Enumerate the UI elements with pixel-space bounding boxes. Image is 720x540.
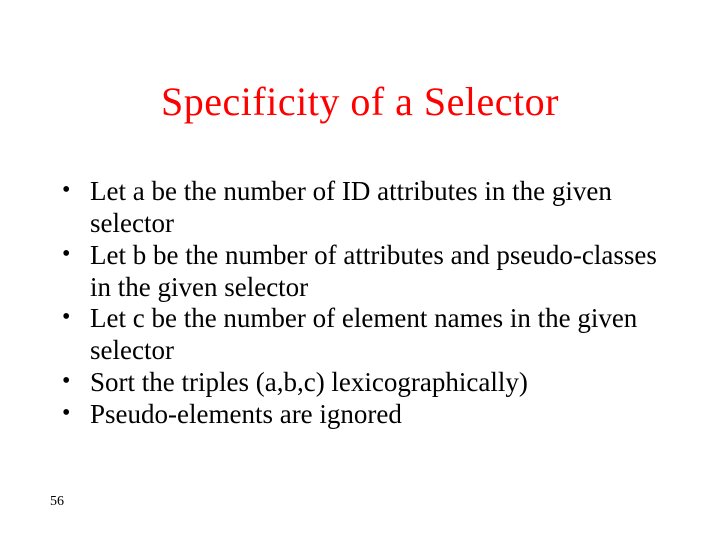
bullet-item: • Sort the triples (a,b,c) lexicographic… (62, 367, 658, 399)
bullet-item: • Pseudo-elements are ignored (62, 399, 658, 431)
bullet-text: Let c be the number of element names in … (90, 303, 658, 367)
bullet-item: • Let c be the number of element names i… (62, 303, 658, 367)
bullet-mark-icon: • (62, 367, 90, 395)
page-number: 56 (50, 494, 64, 510)
bullet-item: • Let b be the number of attributes and … (62, 240, 658, 304)
bullet-text: Let b be the number of attributes and ps… (90, 240, 658, 304)
bullet-text: Let a be the number of ID attributes in … (90, 176, 658, 240)
slide: Specificity of a Selector • Let a be the… (0, 0, 720, 540)
slide-title: Specificity of a Selector (0, 78, 720, 125)
slide-body: • Let a be the number of ID attributes i… (62, 176, 658, 431)
bullet-mark-icon: • (62, 176, 90, 204)
bullet-text: Sort the triples (a,b,c) lexicographical… (90, 367, 658, 399)
bullet-mark-icon: • (62, 399, 90, 427)
bullet-item: • Let a be the number of ID attributes i… (62, 176, 658, 240)
bullet-mark-icon: • (62, 240, 90, 268)
bullet-mark-icon: • (62, 303, 90, 331)
bullet-text: Pseudo-elements are ignored (90, 399, 658, 431)
